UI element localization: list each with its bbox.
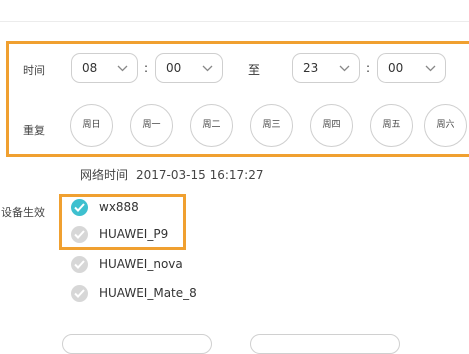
start-hour-select[interactable]: 08 (71, 53, 138, 83)
network-time: 网络时间 2017-03-15 16:17:27 (80, 166, 263, 183)
device-name: HUAWEI_P9 (99, 227, 169, 241)
to-label: 至 (248, 63, 261, 77)
end-minute-value: 00 (388, 61, 404, 75)
checkmark-icon[interactable] (71, 256, 88, 273)
device-name: HUAWEI_Mate_8 (99, 286, 197, 300)
end-hour-select[interactable]: 23 (292, 53, 360, 83)
start-time-colon: : (144, 61, 149, 75)
time-label: 时间 (23, 64, 45, 77)
device-effect-label: 设备生效 (1, 206, 45, 219)
day-thursday[interactable]: 周四 (310, 104, 353, 147)
day-tuesday[interactable]: 周二 (190, 104, 233, 147)
checkmark-icon[interactable] (71, 199, 88, 216)
checkmark-icon[interactable] (71, 285, 88, 302)
day-saturday[interactable]: 周六 (424, 104, 467, 147)
day-monday[interactable]: 周一 (130, 104, 173, 147)
top-divider (0, 21, 469, 22)
cancel-button[interactable] (62, 334, 212, 354)
chevron-down-icon (117, 65, 128, 72)
chevron-down-icon (425, 65, 436, 72)
chevron-down-icon (202, 65, 213, 72)
start-minute-select[interactable]: 00 (155, 53, 223, 83)
start-hour-value: 08 (82, 61, 98, 75)
repeat-label: 重复 (23, 124, 45, 137)
end-time-colon: : (366, 61, 371, 75)
start-minute-value: 00 (166, 61, 182, 75)
chevron-down-icon (339, 65, 350, 72)
day-wednesday[interactable]: 周三 (250, 104, 293, 147)
device-name: HUAWEI_nova (99, 257, 183, 271)
end-hour-value: 23 (303, 61, 319, 75)
device-name: wx888 (99, 200, 139, 214)
day-sunday[interactable]: 周日 (70, 104, 113, 147)
day-friday[interactable]: 周五 (370, 104, 413, 147)
end-minute-select[interactable]: 00 (377, 53, 446, 83)
network-time-label: 网络时间 (80, 168, 129, 182)
network-time-value: 2017-03-15 16:17:27 (136, 168, 264, 182)
save-button[interactable] (250, 334, 400, 354)
checkmark-icon[interactable] (71, 226, 88, 243)
